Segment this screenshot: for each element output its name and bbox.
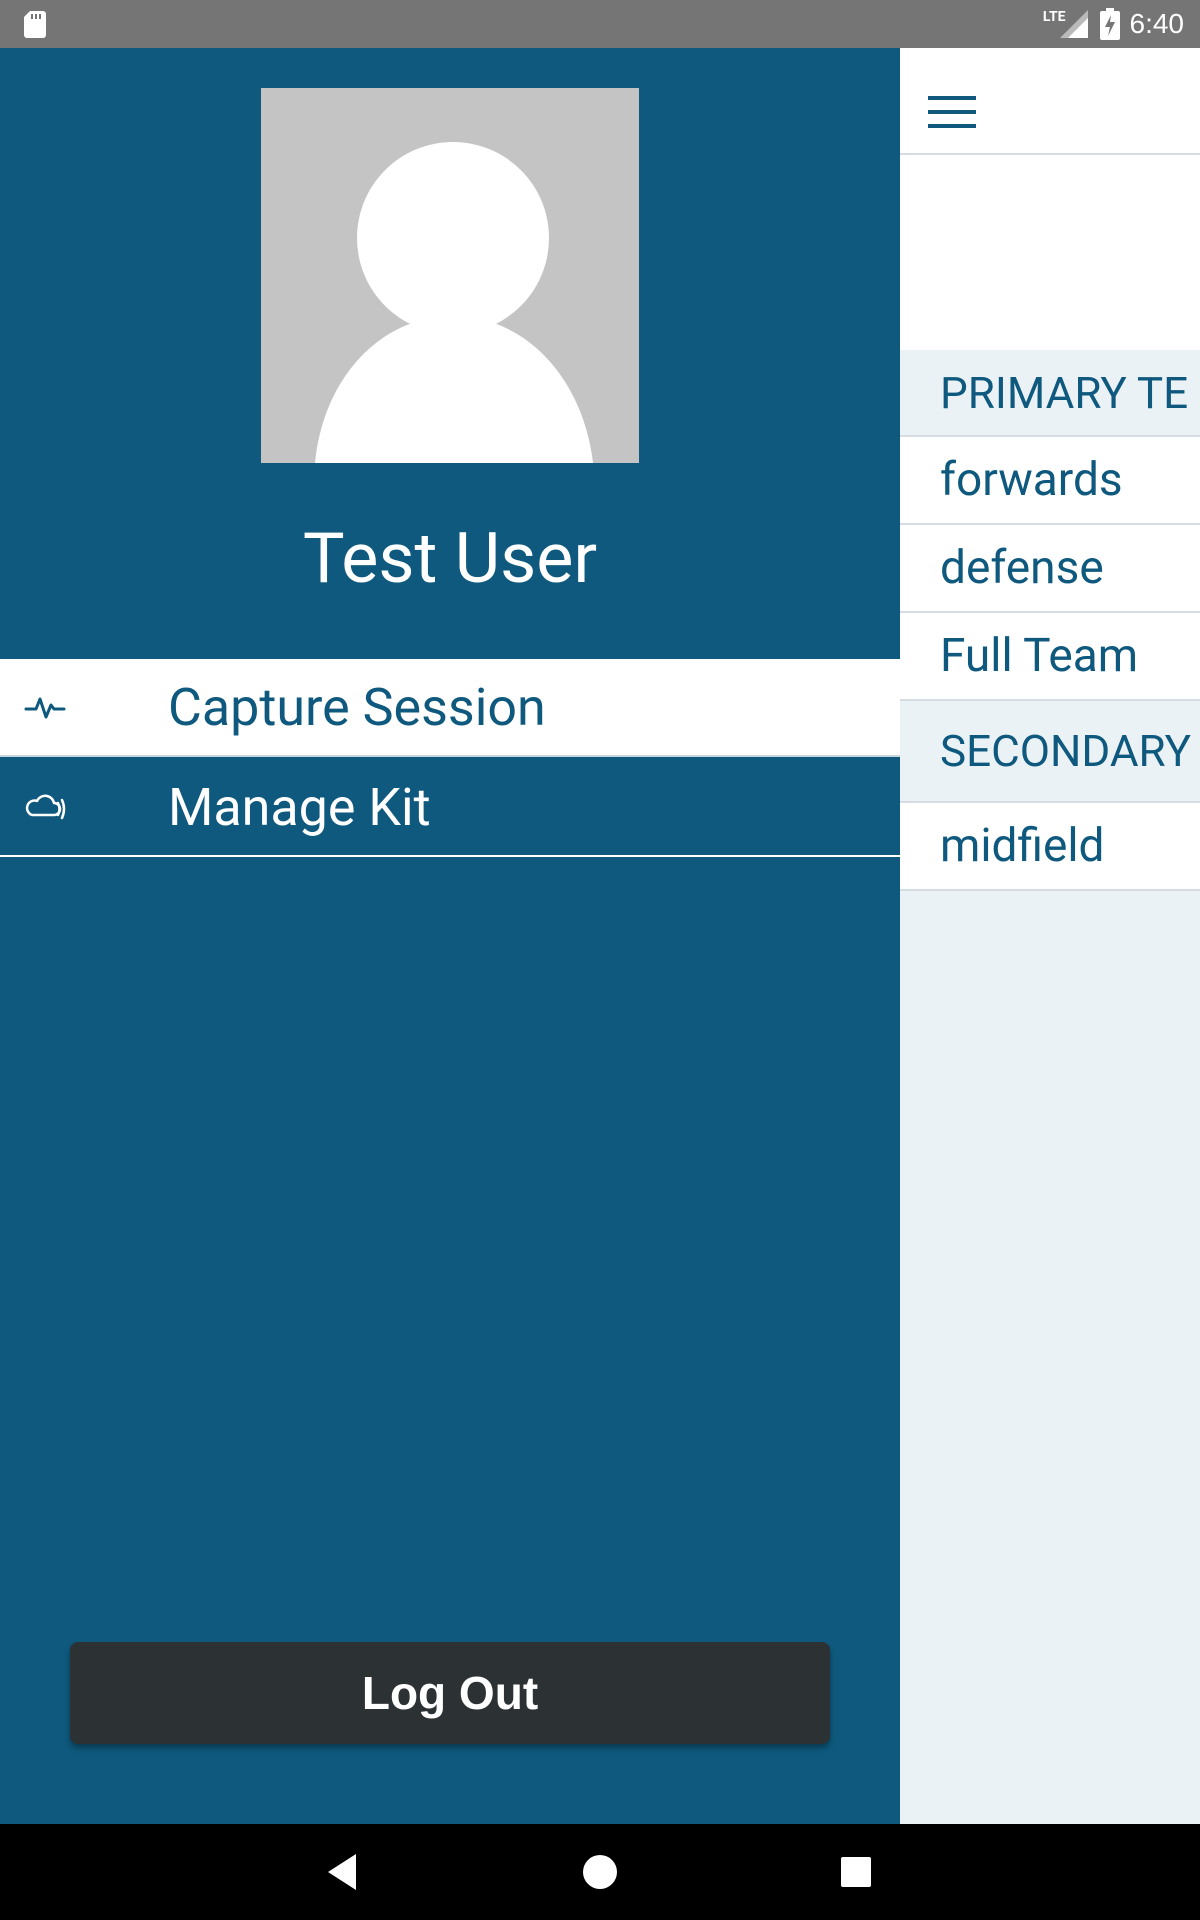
status-bar: LTE 6:40 — [0, 0, 1200, 48]
navigation-drawer: Test User Capture Session Manage Kit Log… — [0, 48, 900, 1824]
section-header-secondary: SECONDARY — [900, 701, 1200, 803]
drawer-item-manage-kit[interactable]: Manage Kit — [0, 759, 900, 857]
user-name: Test User — [302, 518, 598, 600]
section-header-primary: PRIMARY TE — [900, 350, 1200, 437]
drawer-item-label: Manage Kit — [168, 776, 431, 838]
drawer-item-label: Capture Session — [168, 676, 546, 738]
hamburger-menu-icon[interactable] — [928, 96, 976, 130]
team-row[interactable]: defense — [900, 525, 1200, 613]
signal-icon — [1059, 10, 1088, 38]
pulse-icon — [24, 697, 66, 719]
content-spacer — [900, 155, 1200, 350]
home-icon[interactable] — [576, 1848, 624, 1896]
clock: 6:40 — [1129, 8, 1185, 39]
battery-charging-icon — [1099, 8, 1120, 40]
sd-card-icon — [24, 11, 46, 38]
main-toolbar — [900, 48, 1200, 155]
main-content: PRIMARY TE forwards defense Full Team SE… — [900, 48, 1200, 1824]
team-row[interactable]: midfield — [900, 803, 1200, 891]
app-screen: LTE 6:40 PRIMARY TE forwards defense Ful… — [0, 0, 1200, 1920]
avatar — [261, 88, 639, 463]
drawer-item-capture-session[interactable]: Capture Session — [0, 659, 900, 757]
system-nav-bar — [0, 1824, 1200, 1920]
default-avatar-icon — [315, 142, 593, 463]
logout-button[interactable]: Log Out — [70, 1642, 830, 1744]
team-row[interactable]: Full Team — [900, 613, 1200, 701]
recents-icon[interactable] — [832, 1848, 880, 1896]
cloud-wireless-icon — [25, 794, 66, 820]
team-row[interactable]: forwards — [900, 437, 1200, 525]
back-icon[interactable] — [320, 1848, 368, 1896]
